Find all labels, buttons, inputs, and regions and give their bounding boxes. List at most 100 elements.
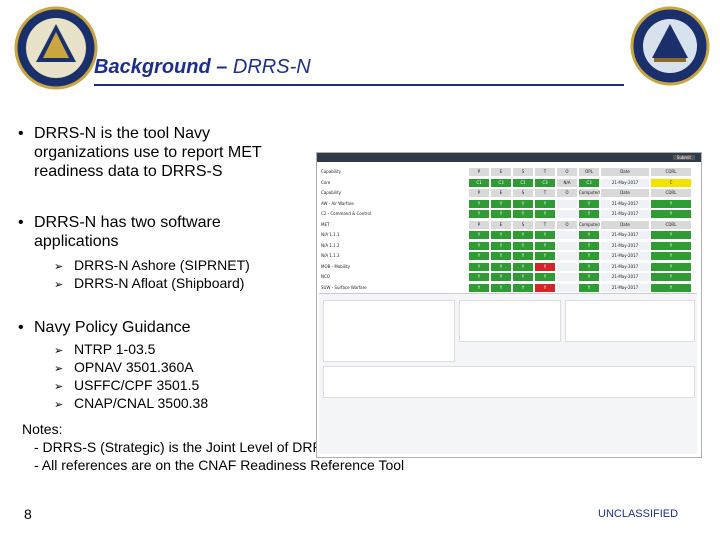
- table-row[interactable]: MET P E S T O Computed Date CDRL: [319, 220, 699, 230]
- status-cell: C1: [513, 178, 533, 187]
- arrow-icon: ➢: [54, 399, 64, 411]
- status-cell: Y: [651, 252, 691, 260]
- app-header-bar: Submit: [317, 153, 701, 162]
- status-cell: [557, 252, 577, 260]
- status-cell: 21-May-2017: [601, 178, 649, 187]
- status-cell: Y: [535, 283, 555, 292]
- status-cell: Y: [579, 252, 599, 260]
- status-cell: Y: [491, 199, 511, 208]
- arrow-icon: ➢: [54, 381, 64, 393]
- status-cell: Y: [579, 231, 599, 239]
- status-cell: Y: [513, 262, 533, 271]
- table-row[interactable]: MOB - Mobility Y Y Y Y Y 21-May-2017 Y: [319, 262, 699, 272]
- status-cell: Y: [491, 210, 511, 218]
- status-cell: E: [491, 220, 511, 229]
- status-cell: O: [557, 189, 577, 197]
- status-cell: 21-May-2017: [601, 199, 649, 208]
- status-cell: Y: [469, 262, 489, 271]
- status-cell: Computed: [579, 189, 600, 197]
- status-cell: C3: [579, 178, 599, 187]
- status-cell: Y: [513, 210, 533, 218]
- classification-footer: UNCLASSIFIED: [598, 508, 679, 520]
- status-cell: Y: [651, 199, 691, 208]
- arrow-icon: ➢: [54, 345, 64, 357]
- status-cell: CDRL: [651, 189, 691, 197]
- status-cell: S: [513, 189, 533, 197]
- status-cell: Y: [491, 252, 511, 260]
- status-cell: Y: [579, 273, 599, 281]
- notes-line: - All references are on the CNAF Readine…: [34, 457, 405, 473]
- status-cell: T: [535, 168, 555, 176]
- status-cell: Y: [469, 210, 489, 218]
- status-cell: [557, 199, 577, 208]
- status-cell: CDRL: [651, 168, 691, 176]
- status-cell: Y: [535, 231, 555, 239]
- table-row[interactable]: AW - Air Warfare Y Y Y Y Y 21-May-2017 Y: [319, 199, 699, 209]
- table-row[interactable]: Core C1 C3 C1 C3 N/A C3 21-May-2017 C: [319, 178, 699, 188]
- status-cell: [557, 262, 577, 271]
- row-label: Core: [321, 179, 331, 185]
- status-cell: Y: [535, 273, 555, 281]
- status-cell: S: [513, 220, 533, 229]
- status-cell: Y: [651, 262, 691, 271]
- table-row[interactable]: N/A 1.1.3 Y Y Y Y Y 21-May-2017 Y: [319, 251, 699, 261]
- status-cell: [557, 210, 577, 218]
- row-label: N/A 1.1.3: [321, 253, 340, 258]
- status-cell: Y: [579, 241, 599, 250]
- title-rule: [94, 84, 624, 86]
- status-cell: Y: [651, 273, 691, 281]
- status-cell: C3: [535, 178, 555, 187]
- status-cell: P: [469, 189, 489, 197]
- status-cell: Y: [651, 210, 691, 218]
- status-cell: Y: [469, 231, 489, 239]
- status-cell: T: [535, 220, 555, 229]
- status-cell: C: [651, 178, 691, 187]
- status-cell: T: [535, 189, 555, 197]
- sub-item-afloat: ➢ DRRS-N Afloat (Shipboard): [54, 275, 244, 294]
- table-row[interactable]: Capability P E S T O OPL Date CDRL: [319, 167, 699, 177]
- table-row[interactable]: N/A 1.1.2 Y Y Y Y Y 21-May-2017 Y: [319, 241, 699, 251]
- bullet-drrs-n-purpose: • DRRS-N is the tool Navy organizations …: [18, 124, 303, 184]
- status-cell: [557, 231, 577, 239]
- submit-button[interactable]: Submit: [672, 155, 695, 160]
- status-cell: Y: [469, 283, 489, 292]
- status-cell: C3: [491, 178, 511, 187]
- status-cell: Y: [491, 283, 511, 292]
- status-cell: Y: [469, 241, 489, 250]
- arrow-icon: ➢: [54, 279, 64, 291]
- status-cell: Y: [535, 252, 555, 260]
- bullet-dot: •: [18, 125, 24, 142]
- page-number: 8: [24, 506, 32, 522]
- row-label: NCO: [321, 274, 330, 279]
- bullet-text: DRRS-N has two software applications: [34, 214, 221, 250]
- status-cell: Y: [651, 283, 691, 292]
- bullet-software-apps: • DRRS-N has two software applications: [18, 213, 303, 253]
- status-cell: Y: [469, 273, 489, 281]
- status-cell: Y: [513, 241, 533, 250]
- arrow-icon: ➢: [54, 363, 64, 375]
- status-cell: Computed: [579, 220, 600, 229]
- status-cell: O: [557, 220, 577, 229]
- table-row[interactable]: NCO Y Y Y Y Y 21-May-2017 Y: [319, 272, 699, 282]
- status-cell: Y: [535, 241, 555, 250]
- status-cell: OPL: [579, 168, 599, 176]
- bullet-policy-guidance: • Navy Policy Guidance: [18, 318, 303, 338]
- status-cell: O: [557, 168, 577, 176]
- status-cell: Y: [513, 252, 533, 260]
- status-cell: [557, 283, 577, 292]
- sub-item-policy: ➢ OPNAV 3501.360A: [54, 359, 194, 378]
- table-row[interactable]: N/A 1.1.1 Y Y Y Y Y 21-May-2017 Y: [319, 230, 699, 240]
- sub-item-ashore: ➢ DRRS-N Ashore (SIPRNET): [54, 257, 250, 276]
- status-cell: Y: [535, 199, 555, 208]
- status-cell: Y: [491, 262, 511, 271]
- status-cell: S: [513, 168, 533, 176]
- table-row[interactable]: SUW - Surface Warfare Y Y Y Y Y 21-May-2017 Y: [319, 283, 699, 293]
- table-row[interactable]: Capability P E S T O Computed Date CDRL: [319, 188, 699, 198]
- status-cell: Y: [579, 283, 599, 292]
- status-cell: Y: [513, 273, 533, 281]
- status-cell: Y: [651, 231, 691, 239]
- row-label: MOB - Mobility: [321, 263, 351, 269]
- table-row[interactable]: C2 - Command & Control Y Y Y Y Y 21-May-2017 Y: [319, 209, 699, 219]
- row-label: AW - Air Warfare: [321, 200, 354, 206]
- row-label: Capability: [321, 169, 342, 174]
